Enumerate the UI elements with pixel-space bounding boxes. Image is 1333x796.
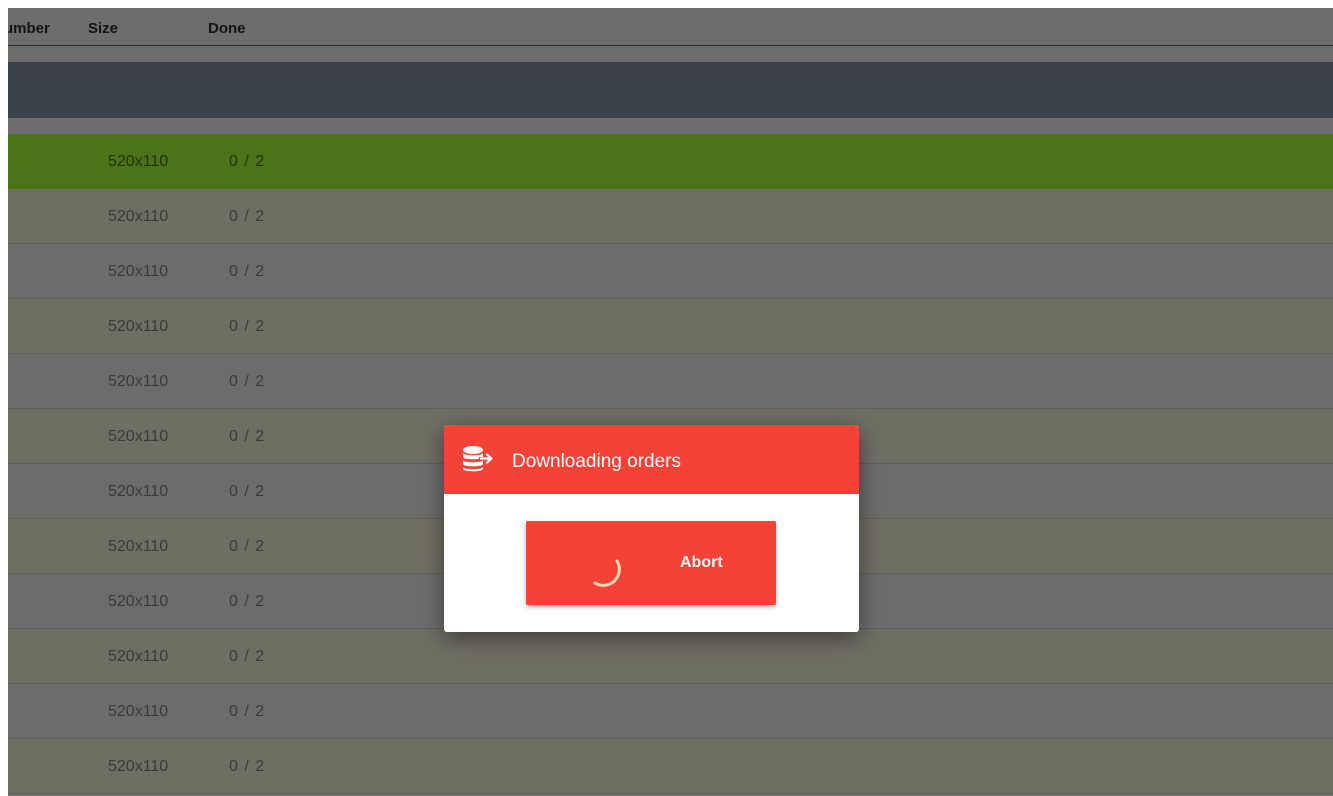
downloading-orders-dialog: Downloading orders Abort: [444, 425, 859, 632]
abort-button-label: Abort: [680, 554, 723, 571]
done-cell: 0 / 2: [229, 538, 266, 555]
dialog-header: Downloading orders: [444, 425, 859, 494]
column-header-done[interactable]: Done: [208, 20, 246, 37]
group-header-bar[interactable]: [8, 62, 1333, 118]
size-cell: 520x110: [108, 208, 169, 225]
size-cell: 520x110: [108, 758, 169, 775]
size-cell: 520x110: [108, 318, 169, 335]
done-cell: 0 / 2: [229, 703, 266, 720]
table-row[interactable]: 520x110 0 / 2: [8, 244, 1333, 299]
size-cell: 520x110: [108, 153, 169, 170]
table-header: umber Size Done: [8, 8, 1333, 46]
done-cell: 0 / 2: [229, 208, 266, 225]
done-cell: 0 / 2: [229, 263, 266, 280]
size-cell: 520x110: [108, 428, 169, 445]
table-row[interactable]: 520x110 0 / 2: [8, 684, 1333, 739]
table-row[interactable]: 520x110 0 / 2: [8, 354, 1333, 409]
size-cell: 520x110: [108, 263, 169, 280]
done-cell: 0 / 2: [229, 758, 266, 775]
done-cell: 0 / 2: [229, 593, 266, 610]
table-row[interactable]: 520x110 0 / 2: [8, 189, 1333, 244]
done-cell: 0 / 2: [229, 648, 266, 665]
size-cell: 520x110: [108, 373, 169, 390]
size-cell: 520x110: [108, 703, 169, 720]
done-cell: 0 / 2: [229, 153, 266, 170]
column-header-size[interactable]: Size: [88, 20, 118, 37]
order-list-view: umber Size Done 520x110 0 / 2 520x110 0 / 2…: [8, 8, 1333, 796]
abort-button[interactable]: Abort: [526, 521, 776, 605]
done-cell: 0 / 2: [229, 373, 266, 390]
table-row[interactable]: 520x110 0 / 2: [8, 739, 1333, 794]
done-cell: 0 / 2: [229, 318, 266, 335]
size-cell: 520x110: [108, 483, 169, 500]
table-row[interactable]: 520x110 0 / 2: [8, 134, 1333, 189]
done-cell: 0 / 2: [229, 483, 266, 500]
column-header-number[interactable]: umber: [8, 20, 50, 37]
size-cell: 520x110: [108, 593, 169, 610]
size-cell: 520x110: [108, 648, 169, 665]
dialog-title: Downloading orders: [512, 451, 681, 472]
size-cell: 520x110: [108, 538, 169, 555]
database-export-icon: [463, 446, 493, 472]
table-row[interactable]: 520x110 0 / 2: [8, 629, 1333, 684]
table-row[interactable]: 520x110 0 / 2: [8, 299, 1333, 354]
done-cell: 0 / 2: [229, 428, 266, 445]
loading-spinner-icon: [593, 559, 621, 587]
